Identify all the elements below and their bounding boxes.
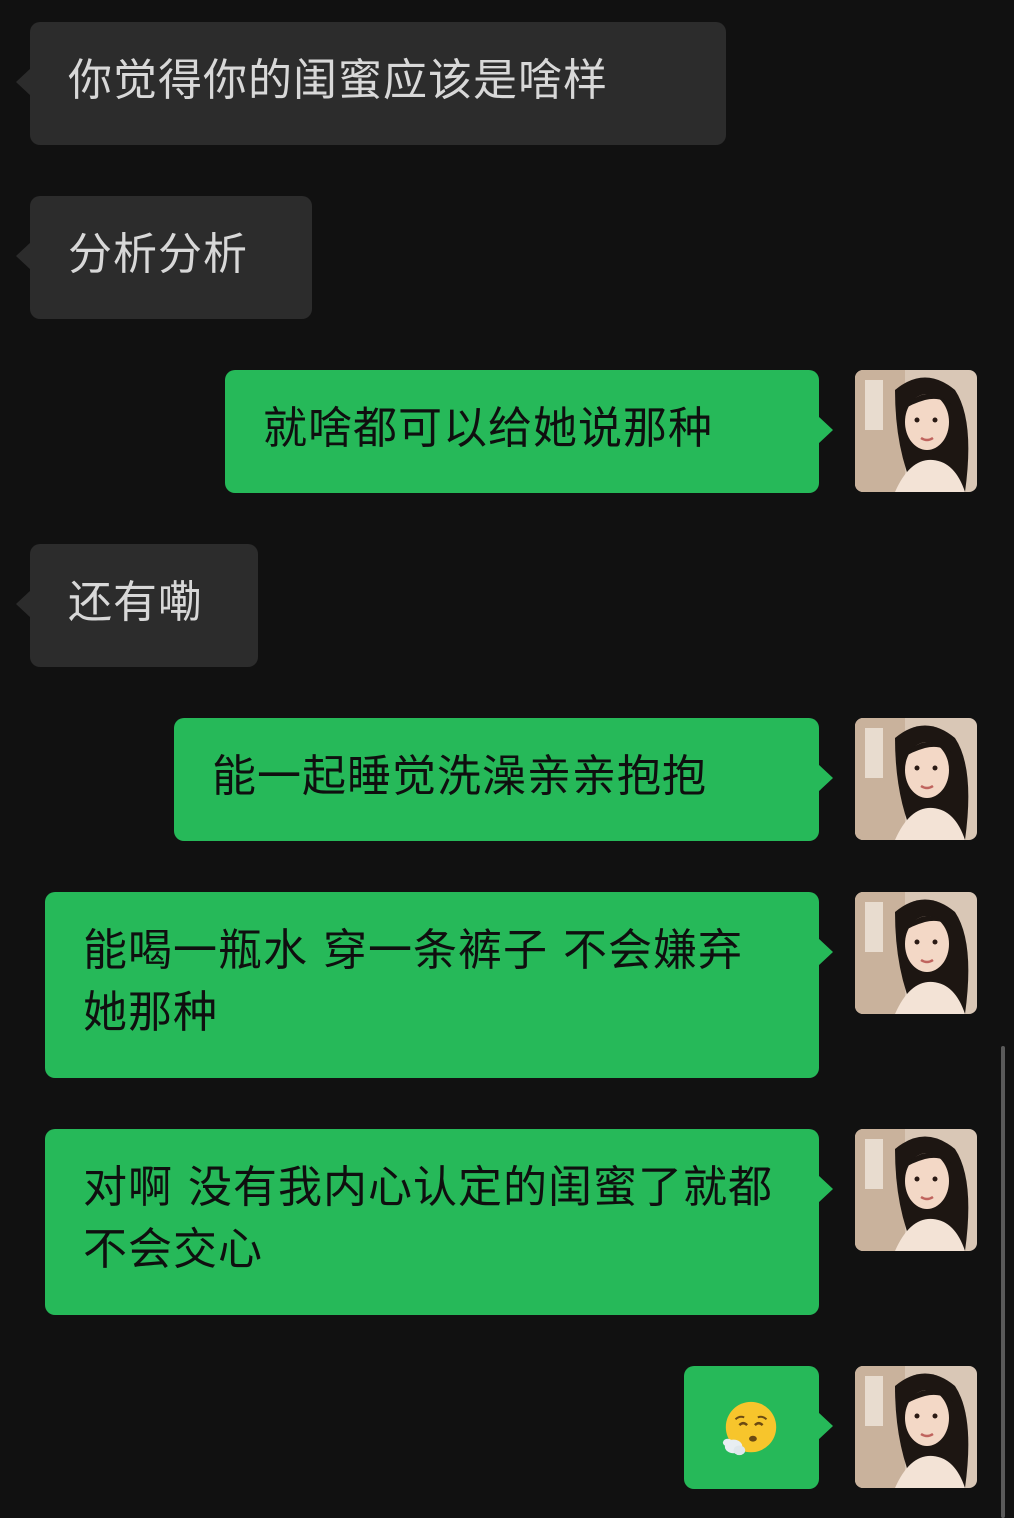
incoming-message-bubble[interactable]: 你觉得你的闺蜜应该是啥样 [16, 22, 726, 145]
avatar-photo-icon [855, 892, 977, 1014]
outgoing-emoji-bubble[interactable] [684, 1366, 833, 1489]
message-text: 能一起睡觉洗澡亲亲抱抱 [212, 751, 707, 802]
chat-view: 你觉得你的闺蜜应该是啥样 分析分析 就啥都可以给她说那种 还有嘞 能一起睡觉洗澡… [0, 0, 1014, 1518]
message-text: 能喝一瓶水 穿一条裤子 不会嫌弃她那种 [83, 925, 743, 1038]
face-exhaling-emoji-icon [722, 1401, 777, 1456]
message-text: 你觉得你的闺蜜应该是啥样 [68, 55, 608, 106]
avatar-photo-icon [855, 718, 977, 840]
user-avatar[interactable] [855, 892, 977, 1014]
message-text: 就啥都可以给她说那种 [263, 403, 713, 454]
message-text: 还有嘞 [68, 577, 203, 628]
avatar-photo-icon [855, 1366, 977, 1488]
outgoing-message-bubble[interactable]: 能一起睡觉洗澡亲亲抱抱 [174, 718, 833, 841]
user-avatar[interactable] [855, 370, 977, 492]
incoming-message-bubble[interactable]: 还有嘞 [16, 544, 258, 667]
outgoing-message-bubble[interactable]: 能喝一瓶水 穿一条裤子 不会嫌弃她那种 [45, 892, 833, 1078]
message-text: 对啊 没有我内心认定的闺蜜了就都不会交心 [83, 1162, 773, 1275]
outgoing-message-bubble[interactable]: 对啊 没有我内心认定的闺蜜了就都不会交心 [45, 1129, 833, 1315]
avatar-photo-icon [855, 1129, 977, 1251]
user-avatar[interactable] [855, 1129, 977, 1251]
user-avatar[interactable] [855, 718, 977, 840]
scrollbar[interactable] [1001, 1046, 1005, 1518]
user-avatar[interactable] [855, 1366, 977, 1488]
outgoing-message-bubble[interactable]: 就啥都可以给她说那种 [225, 370, 833, 493]
avatar-photo-icon [855, 370, 977, 492]
incoming-message-bubble[interactable]: 分析分析 [16, 196, 312, 319]
message-text: 分析分析 [68, 229, 248, 280]
